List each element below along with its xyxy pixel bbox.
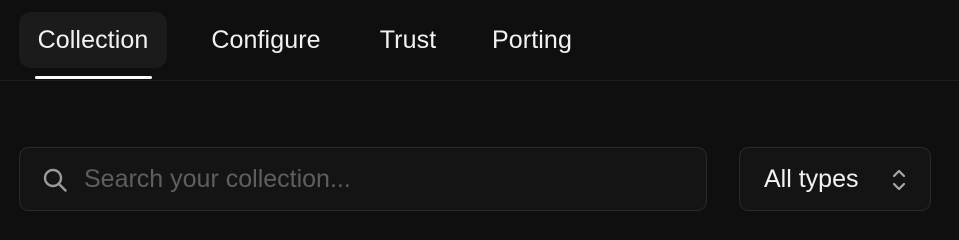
tab-porting[interactable]: Porting xyxy=(474,12,590,68)
tab-bar: Collection Configure Trust Porting xyxy=(0,0,959,81)
collection-page: Collection Configure Trust Porting All t… xyxy=(0,0,959,237)
tab-porting-label: Porting xyxy=(492,25,572,54)
tab-trust[interactable]: Trust xyxy=(362,12,454,68)
tab-collection-label: Collection xyxy=(37,25,149,54)
search-box[interactable] xyxy=(19,147,707,211)
tab-collection[interactable]: Collection xyxy=(19,12,167,68)
active-tab-indicator xyxy=(35,76,152,79)
tab-configure-label: Configure xyxy=(211,25,321,54)
type-filter-value: All types xyxy=(764,165,859,193)
tab-configure[interactable]: Configure xyxy=(190,12,342,68)
tab-trust-label: Trust xyxy=(379,25,437,54)
search-input[interactable] xyxy=(84,148,684,210)
search-icon xyxy=(43,168,67,192)
type-filter-select[interactable]: All types xyxy=(739,147,931,211)
chevron-up-down-icon xyxy=(892,169,906,191)
